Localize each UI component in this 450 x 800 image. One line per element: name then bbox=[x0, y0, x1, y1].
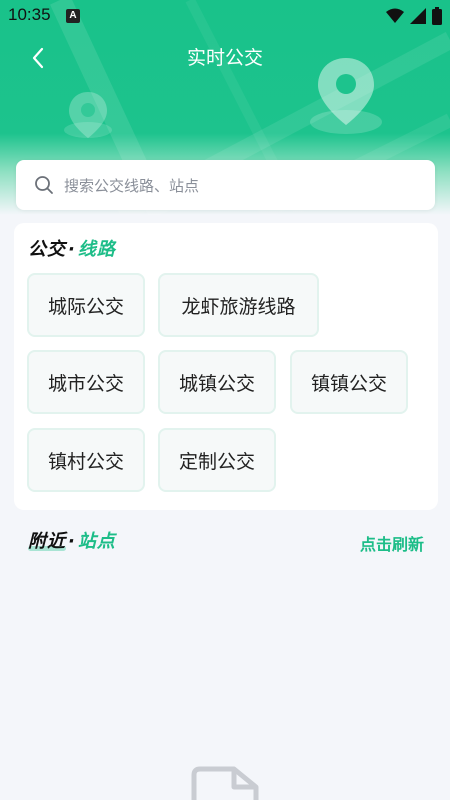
status-bar: 10:35 A bbox=[0, 0, 450, 32]
route-chip-town-to-town[interactable]: 镇镇公交 bbox=[290, 350, 408, 414]
nearby-title-separator: · bbox=[68, 531, 76, 552]
refresh-button[interactable]: 点击刷新 bbox=[360, 531, 424, 555]
route-chip-city[interactable]: 城市公交 bbox=[27, 350, 145, 414]
search-placeholder: 搜索公交线路、站点 bbox=[64, 176, 200, 195]
battery-icon bbox=[432, 7, 442, 25]
nearby-title-part1: 附近 bbox=[28, 531, 66, 552]
routes-title-part2: 线路 bbox=[77, 239, 116, 260]
wifi-icon bbox=[386, 8, 404, 23]
status-time: 10:35 bbox=[8, 5, 51, 24]
notification-badge-icon: A bbox=[66, 9, 80, 23]
status-icons bbox=[386, 7, 442, 25]
route-chip-town-village[interactable]: 镇村公交 bbox=[27, 428, 145, 492]
nearby-section-title: 附近 · 站点 bbox=[28, 527, 116, 553]
search-input[interactable]: 搜索公交线路、站点 bbox=[16, 160, 435, 210]
route-chip-town[interactable]: 城镇公交 bbox=[158, 350, 276, 414]
search-icon bbox=[35, 176, 53, 194]
route-chip-lobster-tour[interactable]: 龙虾旅游线路 bbox=[158, 273, 319, 337]
route-chip-custom[interactable]: 定制公交 bbox=[158, 428, 276, 492]
signal-icon bbox=[410, 8, 426, 24]
route-chip-intercity[interactable]: 城际公交 bbox=[27, 273, 145, 337]
routes-title-separator: · bbox=[68, 239, 76, 260]
empty-state-icon bbox=[191, 766, 259, 800]
routes-section-title: 公交 · 线路 bbox=[28, 235, 116, 261]
routes-title-part1: 公交 bbox=[28, 239, 66, 260]
nearby-title-part2: 站点 bbox=[77, 531, 116, 552]
page-title: 实时公交 bbox=[186, 47, 263, 69]
routes-card: 公交 · 线路 城际公交 龙虾旅游线路 城市公交 城镇公交 镇镇公交 镇村公交 定制… bbox=[14, 223, 438, 510]
